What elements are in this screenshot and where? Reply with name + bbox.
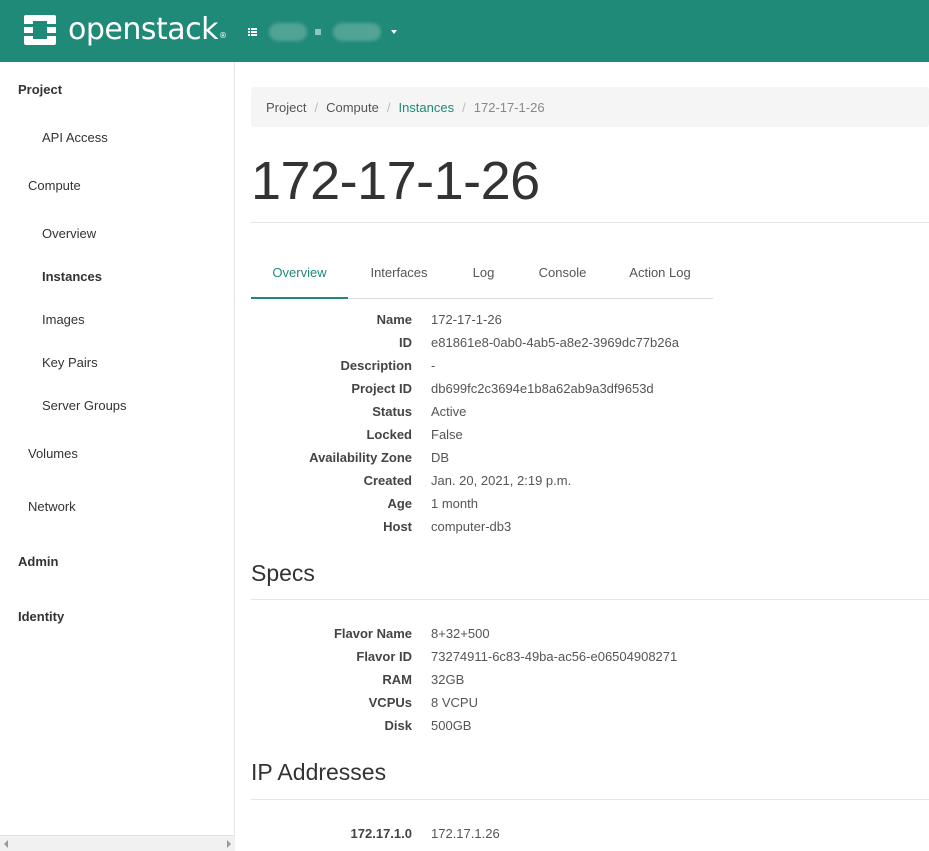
- specs-divider: [251, 599, 929, 600]
- detail-value: Active: [431, 404, 467, 419]
- sidebar-item-images[interactable]: Images: [42, 312, 85, 327]
- title-divider: [251, 222, 929, 223]
- breadcrumb-separator: /: [462, 99, 466, 115]
- breadcrumb-separator: /: [386, 99, 391, 115]
- detail-value: -: [431, 358, 436, 373]
- sidebar-item-identity[interactable]: Identity: [18, 609, 64, 624]
- detail-label: Age: [387, 496, 412, 511]
- detail-value: 73274911-6c83-49ba-ac56-e06504908271: [431, 649, 678, 664]
- detail-value: False: [431, 427, 463, 442]
- detail-row: ID e81861e8-0ab0-4ab5-a8e2-3969dc77b26a: [251, 333, 929, 353]
- sidebar-item-overview[interactable]: Overview: [42, 226, 96, 241]
- sidebar: Project API Access Compute Overview Inst…: [0, 62, 235, 851]
- detail-label: Name: [376, 312, 412, 327]
- detail-row: Status Active: [251, 402, 929, 422]
- sidebar-item-api-access[interactable]: API Access: [42, 130, 108, 145]
- breadcrumb: Project / Compute / Instances / 172-17-1…: [251, 87, 929, 127]
- detail-row: Created Jan. 20, 2021, 2:19 p.m.: [251, 471, 929, 491]
- sidebar-item-project[interactable]: Project: [18, 82, 62, 97]
- detail-row: Host computer-db3: [251, 517, 929, 537]
- sidebar-item-admin[interactable]: Admin: [18, 554, 58, 569]
- detail-row: Availability Zone DB: [251, 448, 929, 468]
- detail-row: Flavor Name 8+32+500: [251, 624, 929, 644]
- scroll-right-icon[interactable]: [227, 840, 231, 848]
- detail-tabs: Overview Interfaces Log Console Action L…: [251, 253, 713, 299]
- sidebar-item-volumes[interactable]: Volumes: [28, 446, 78, 461]
- specs-section-title: Specs: [251, 560, 315, 586]
- sidebar-item-compute[interactable]: Compute: [28, 178, 81, 193]
- separator-dot: [315, 29, 321, 35]
- sidebar-item-network[interactable]: Network: [28, 499, 76, 514]
- tab-log[interactable]: Log: [459, 253, 508, 299]
- detail-row: Locked False: [251, 425, 929, 445]
- detail-label: Project ID: [351, 381, 412, 396]
- detail-value: 8 VCPU: [431, 695, 478, 710]
- detail-value: 8+32+500: [431, 626, 490, 641]
- ip-addresses-section-title: IP Addresses: [251, 759, 387, 785]
- detail-value: db699fc2c3694e1b8a62ab9a3df9653d: [431, 381, 654, 396]
- breadcrumb-current: 172-17-1-26: [473, 99, 545, 115]
- detail-label: Created: [363, 473, 412, 488]
- detail-label: Host: [383, 519, 412, 534]
- redacted-domain: [269, 23, 307, 41]
- list-icon: [248, 28, 257, 36]
- detail-value: 172-17-1-26: [431, 312, 502, 327]
- sidebar-item-instances[interactable]: Instances: [42, 269, 102, 284]
- detail-label: Description: [340, 358, 412, 373]
- trademark-symbol: ®: [219, 31, 227, 40]
- detail-row: Age 1 month: [251, 494, 929, 514]
- detail-row: RAM 32GB: [251, 670, 929, 690]
- openstack-logo-icon[interactable]: [22, 12, 58, 48]
- detail-row: Description -: [251, 356, 929, 376]
- project-switcher[interactable]: [248, 22, 397, 42]
- detail-label: RAM: [382, 672, 412, 687]
- detail-row: VCPUs 8 VCPU: [251, 693, 929, 713]
- detail-value: 1 month: [431, 496, 478, 511]
- detail-value: DB: [431, 450, 450, 465]
- detail-label: 172.17.1.0: [350, 826, 412, 841]
- detail-row: Disk 500GB: [251, 716, 929, 736]
- detail-label: ID: [399, 335, 412, 350]
- detail-row: Name 172-17-1-26: [251, 310, 929, 330]
- detail-value: Jan. 20, 2021, 2:19 p.m.: [431, 473, 572, 488]
- brand-text: openstack: [68, 12, 219, 47]
- detail-value: 500GB: [431, 718, 472, 733]
- detail-label: Status: [372, 404, 412, 419]
- brand-name[interactable]: openstack®: [68, 10, 227, 50]
- detail-value: computer-db3: [431, 519, 512, 534]
- detail-value: e81861e8-0ab0-4ab5-a8e2-3969dc77b26a: [431, 335, 679, 350]
- top-navbar: openstack®: [0, 0, 929, 62]
- detail-label: Availability Zone: [309, 450, 412, 465]
- ip-addresses-divider: [251, 799, 929, 800]
- chevron-down-icon: [391, 30, 397, 34]
- detail-value: 172.17.1.26: [431, 826, 500, 841]
- tab-console[interactable]: Console: [524, 253, 601, 299]
- tab-action-log[interactable]: Action Log: [617, 253, 703, 299]
- breadcrumb-compute: Compute: [326, 99, 379, 115]
- sidebar-item-key-pairs[interactable]: Key Pairs: [42, 355, 98, 370]
- sidebar-item-server-groups[interactable]: Server Groups: [42, 398, 127, 413]
- detail-label: Disk: [384, 718, 412, 733]
- tab-interfaces[interactable]: Interfaces: [354, 253, 444, 299]
- detail-label: VCPUs: [368, 695, 412, 710]
- breadcrumb-instances-link[interactable]: Instances: [398, 100, 454, 115]
- detail-value: 32GB: [431, 672, 465, 687]
- detail-label: Locked: [366, 427, 412, 442]
- detail-row: 172.17.1.0 172.17.1.26: [251, 824, 929, 844]
- detail-label: Flavor Name: [333, 626, 412, 641]
- redacted-project: [333, 23, 381, 41]
- detail-row: Project ID db699fc2c3694e1b8a62ab9a3df965…: [251, 379, 929, 399]
- detail-label: Flavor ID: [356, 649, 412, 664]
- detail-row: Flavor ID 73274911-6c83-49ba-ac56-e065049…: [251, 647, 929, 667]
- tab-overview[interactable]: Overview: [251, 253, 348, 299]
- scroll-left-icon[interactable]: [4, 840, 8, 848]
- page-title: 172-17-1-26: [251, 151, 540, 211]
- horizontal-scrollbar[interactable]: [0, 835, 235, 851]
- breadcrumb-project: Project: [266, 99, 307, 115]
- breadcrumb-separator: /: [314, 99, 319, 115]
